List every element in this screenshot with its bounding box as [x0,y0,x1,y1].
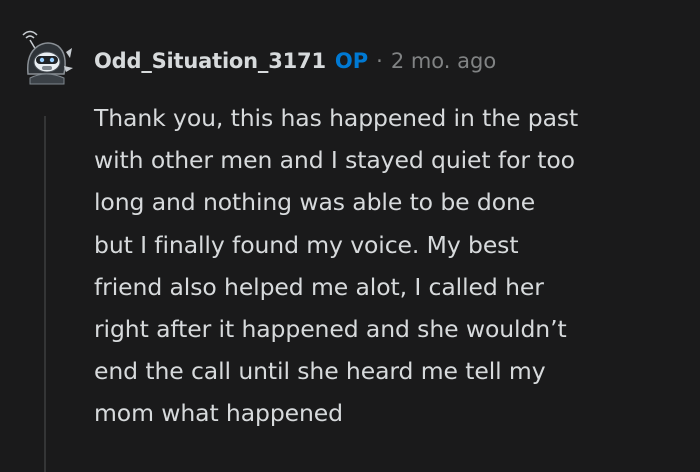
comment-body-line: long and nothing was able to be done [94,188,536,217]
snoo-robot-avatar-icon [22,30,73,85]
thread-collapse-line[interactable] [44,116,46,472]
comment-header: Odd_Situation_3171 OP · 2 mo. ago [94,44,496,78]
avatar[interactable] [16,28,76,88]
comment-body-line: Thank you, this has happened in the past [94,104,579,132]
comment-body-line: friend also helped me alot, I called her [94,272,544,301]
comment: Odd_Situation_3171 OP · 2 mo. ago Thank … [0,0,700,472]
comment-body-line: but I finally found my voice. My best [94,230,519,259]
comment-body-line: with other men and I stayed quiet for to… [94,146,575,175]
comment-body: Thank you, this has happened in the past… [94,97,690,435]
comment-body-line: mom what happened [94,399,343,428]
comment-body-line: end the call until she heard me tell my [94,357,546,386]
comment-body-line: right after it happened and she wouldn’t [94,315,567,344]
separator-dot: · [376,49,383,73]
op-badge: OP [334,49,369,73]
comment-timestamp[interactable]: 2 mo. ago [391,49,496,73]
author-username[interactable]: Odd_Situation_3171 [94,49,326,73]
